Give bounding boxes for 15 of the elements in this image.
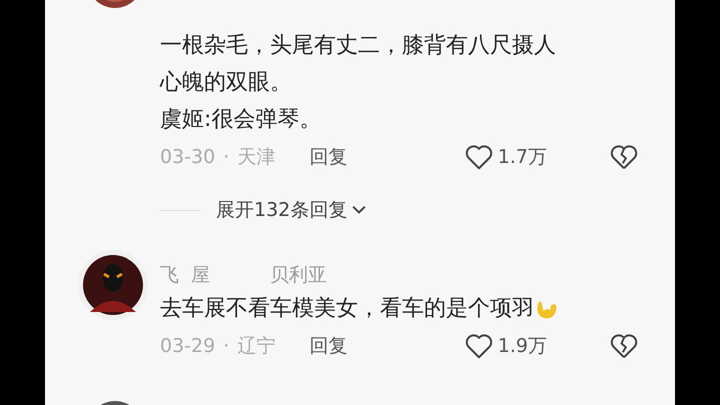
like-button[interactable]: 1.7万 [464, 142, 547, 172]
reply-button[interactable]: 回复 [309, 144, 348, 170]
comment-location: 辽宁 [237, 334, 276, 359]
comment-text: 虞姬:很会弹琴。 [160, 106, 322, 134]
comment-location: 天津 [237, 145, 276, 170]
expand-replies-button[interactable]: 展开132条回复 [216, 197, 370, 223]
comment-date: 03-30 [160, 146, 216, 168]
separator-dot: · [223, 335, 230, 357]
like-button[interactable]: 1.9万 [464, 331, 547, 361]
separator-dot: · [223, 146, 230, 168]
comment-text: 一根杂毛，头尾有丈二，膝背有八尺摄人 心魄的双眼。 [160, 32, 557, 97]
reply-button[interactable]: 回复 [309, 333, 348, 359]
comment-text: 去车展不看车模美女，看车的是个项羽 [160, 295, 534, 323]
comment-date: 03-29 [160, 335, 216, 357]
user-tag: 贝利亚 [270, 262, 328, 288]
